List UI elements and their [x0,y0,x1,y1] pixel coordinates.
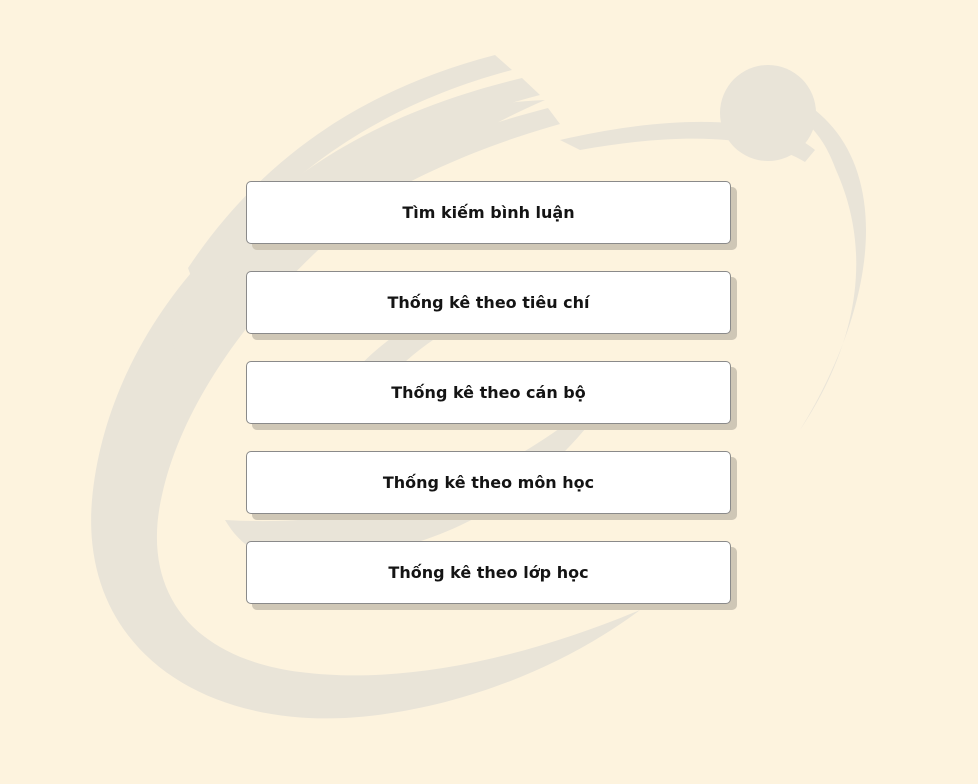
stats-by-staff-button[interactable]: Thống kê theo cán bộ [246,361,731,424]
search-comments-button[interactable]: Tìm kiếm bình luận [246,181,731,244]
stats-by-class-button[interactable]: Thống kê theo lớp học [246,541,731,604]
menu-list: Tìm kiếm bình luận Thống kê theo tiêu ch… [246,181,731,631]
stats-by-subject-button[interactable]: Thống kê theo môn học [246,451,731,514]
stats-by-criteria-button[interactable]: Thống kê theo tiêu chí [246,271,731,334]
